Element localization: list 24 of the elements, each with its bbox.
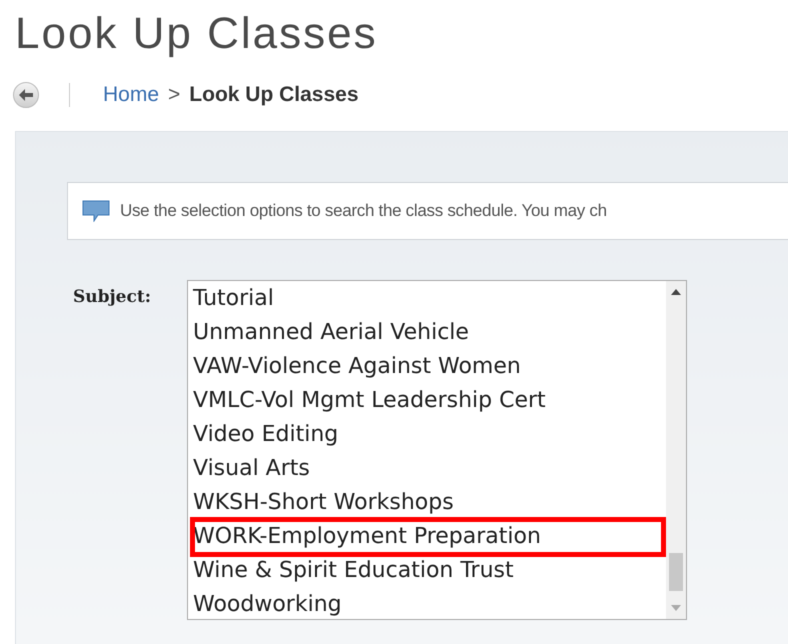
subject-option[interactable]: VAW-Violence Against Women	[193, 350, 666, 384]
info-message: Use the selection options to search the class schedule. You may ch	[120, 200, 607, 222]
subject-option[interactable]: Wine & Spirit Education Trust	[193, 554, 666, 588]
back-button[interactable]	[13, 82, 39, 108]
subject-option[interactable]: Unmanned Aerial Vehicle	[193, 316, 666, 350]
scrollbar[interactable]	[666, 281, 686, 619]
subject-option[interactable]: WORK-Employment Preparation	[193, 520, 663, 554]
breadcrumb-separator: >	[168, 82, 180, 108]
up-arrow-icon	[671, 289, 681, 295]
home-link[interactable]: Home	[103, 79, 160, 111]
left-arrow-icon	[19, 89, 33, 101]
scrollbar-thumb[interactable]	[669, 553, 683, 591]
subject-option[interactable]: Visual Arts	[193, 452, 666, 486]
subject-label: Subject:	[73, 286, 152, 309]
speech-bubble-icon	[82, 200, 110, 222]
subject-option[interactable]: WKSH-Short Workshops	[193, 486, 666, 520]
subject-option[interactable]: Tutorial	[193, 282, 666, 316]
subject-option[interactable]: Video Editing	[193, 418, 666, 452]
down-arrow-icon	[671, 605, 681, 611]
page-title: Look Up Classes	[15, 8, 379, 60]
breadcrumb-current: Look Up Classes	[189, 82, 359, 108]
subject-listbox[interactable]	[187, 280, 687, 620]
subject-option[interactable]: VMLC-Vol Mgmt Leadership Cert	[193, 384, 666, 418]
subject-option[interactable]: Woodworking	[193, 588, 666, 622]
